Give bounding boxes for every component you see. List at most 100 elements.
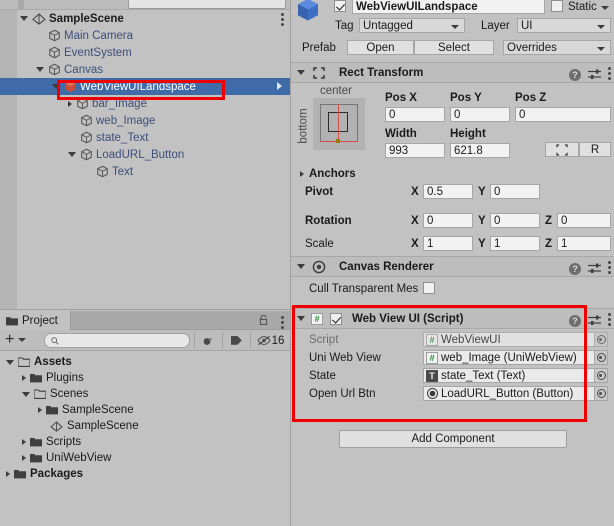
hierarchy-item-web-image[interactable]: web_Image: [0, 112, 290, 129]
hierarchy-item-text[interactable]: Text: [0, 163, 290, 180]
hierarchy-item-loadurl-button[interactable]: LoadURL_Button: [0, 146, 290, 163]
prefab-open-button[interactable]: Open: [347, 40, 414, 55]
project-item-uniwebview[interactable]: UniWebView: [0, 450, 290, 466]
filter-by-label-icon[interactable]: [222, 332, 250, 349]
script-field-value[interactable]: # WebViewUI: [423, 332, 608, 347]
object-enabled-checkbox[interactable]: [334, 0, 346, 12]
help-icon[interactable]: ?: [569, 314, 581, 327]
object-picker-icon[interactable]: [594, 386, 608, 401]
hierarchy-item-bar-image[interactable]: bar_Image: [0, 95, 290, 112]
rect-transform-header[interactable]: Rect Transform ?: [291, 62, 614, 83]
gameobject-cube-icon: [49, 46, 60, 59]
object-name-input[interactable]: WebViewUILandspace: [352, 0, 545, 14]
add-component-button[interactable]: Add Component: [339, 430, 567, 448]
height-input[interactable]: 621.8: [450, 143, 510, 158]
hierarchy-item-main-camera[interactable]: Main Camera: [0, 27, 290, 44]
folder-open-icon: [34, 389, 46, 399]
foldout-icon[interactable]: [297, 70, 305, 75]
project-menu-icon[interactable]: [281, 316, 284, 331]
foldout-icon[interactable]: [297, 316, 305, 321]
expand-arrow-icon[interactable]: [68, 152, 76, 157]
pivot-y-input[interactable]: 0: [490, 184, 540, 199]
prefab-overrides-dropdown[interactable]: Overrides: [503, 40, 611, 55]
rotation-y-input[interactable]: 0: [490, 213, 540, 228]
collapse-arrow-icon[interactable]: [38, 407, 42, 413]
expand-arrow-icon[interactable]: [52, 84, 60, 89]
object-picker-icon[interactable]: [594, 350, 608, 365]
presets-icon[interactable]: [588, 315, 601, 326]
tag-icon: [231, 336, 242, 345]
tag-dropdown[interactable]: Untagged: [359, 18, 465, 33]
scale-x-input[interactable]: 1: [423, 236, 473, 251]
hierarchy-item-state-text[interactable]: state_Text: [0, 129, 290, 146]
project-item-samplescene[interactable]: SampleScene: [0, 418, 290, 434]
presets-icon[interactable]: [588, 69, 601, 80]
project-item-scripts[interactable]: Scripts: [0, 434, 290, 450]
scale-z-input[interactable]: 1: [557, 236, 611, 251]
prefab-select-button[interactable]: Select: [414, 40, 494, 55]
filter-by-type-icon[interactable]: [194, 332, 222, 349]
anchors-foldout[interactable]: Anchors: [300, 168, 356, 180]
script-field-value[interactable]: LoadURL_Button (Button): [423, 386, 608, 401]
hierarchy-item-samplescene[interactable]: SampleScene: [0, 10, 290, 27]
component-menu-icon[interactable]: [608, 67, 611, 82]
script-field-value[interactable]: Tstate_Text (Text): [423, 368, 608, 383]
help-icon[interactable]: ?: [569, 68, 581, 81]
project-item-scenes[interactable]: Scenes: [0, 386, 290, 402]
project-item-packages[interactable]: Packages: [0, 466, 290, 482]
collapse-arrow-icon[interactable]: [22, 439, 26, 445]
web-view-ui-header[interactable]: # Web View UI (Script) ?: [291, 308, 614, 329]
rotation-z-input[interactable]: 0: [557, 213, 611, 228]
pos-y-input[interactable]: 0: [450, 107, 510, 122]
canvas-renderer-header[interactable]: Canvas Renderer ?: [291, 256, 614, 277]
anchor-preset-button[interactable]: [313, 98, 365, 150]
object-picker-icon[interactable]: [594, 332, 608, 347]
expand-arrow-icon[interactable]: [22, 391, 30, 397]
project-item-plugins[interactable]: Plugins: [0, 370, 290, 386]
project-item-assets[interactable]: Assets: [0, 354, 290, 370]
expand-arrow-icon[interactable]: [20, 16, 28, 21]
project-search-input[interactable]: [44, 333, 190, 348]
collapse-arrow-icon[interactable]: [22, 455, 26, 461]
help-icon[interactable]: ?: [569, 262, 581, 275]
layer-dropdown[interactable]: UI: [517, 18, 611, 33]
hierarchy-item-webviewuilandspace[interactable]: WebViewUILandspace: [0, 78, 290, 95]
hierarchy-search-input[interactable]: [128, 0, 286, 9]
object-picker-icon[interactable]: [594, 368, 608, 383]
rotation-x-input[interactable]: 0: [423, 213, 473, 228]
static-dropdown-icon[interactable]: [601, 6, 609, 10]
lock-icon[interactable]: [259, 315, 268, 325]
expand-arrow-icon[interactable]: [6, 359, 14, 365]
expand-arrow-icon[interactable]: [36, 67, 44, 72]
width-input[interactable]: 993: [385, 143, 445, 158]
cull-transparent-checkbox[interactable]: [423, 282, 435, 294]
raw-edit-button[interactable]: R: [579, 142, 611, 157]
collapse-arrow-icon[interactable]: [6, 471, 10, 477]
create-dropdown-icon[interactable]: [18, 338, 27, 342]
hidden-count-badge[interactable]: 16: [250, 332, 290, 349]
component-menu-icon[interactable]: [608, 313, 611, 328]
project-item-samplescene[interactable]: SampleScene: [0, 402, 290, 418]
pos-x-label: Pos X: [385, 92, 417, 104]
prefab-open-arrow-icon[interactable]: [277, 82, 282, 90]
collapse-arrow-icon[interactable]: [22, 375, 26, 381]
pos-z-input[interactable]: 0: [515, 107, 611, 122]
scale-y-input[interactable]: 1: [490, 236, 540, 251]
collapse-arrow-icon[interactable]: [68, 100, 72, 107]
create-asset-icon[interactable]: +: [5, 332, 14, 348]
scene-menu-icon[interactable]: [281, 13, 284, 28]
static-checkbox[interactable]: [551, 0, 563, 12]
hierarchy-item-label: EventSystem: [64, 46, 132, 59]
presets-icon[interactable]: [588, 263, 601, 274]
pos-x-input[interactable]: 0: [385, 107, 445, 122]
script-field-value[interactable]: # web_Image (UniWebView): [423, 350, 608, 365]
foldout-icon[interactable]: [300, 171, 304, 177]
component-menu-icon[interactable]: [608, 261, 611, 276]
hierarchy-item-eventsystem[interactable]: EventSystem: [0, 44, 290, 61]
blueprint-mode-button[interactable]: [545, 142, 579, 157]
pivot-x-input[interactable]: 0.5: [423, 184, 473, 199]
hierarchy-item-canvas[interactable]: Canvas: [0, 61, 290, 78]
tab-project[interactable]: Project: [0, 311, 71, 330]
foldout-icon[interactable]: [297, 264, 305, 269]
script-enabled-checkbox[interactable]: [330, 312, 342, 325]
